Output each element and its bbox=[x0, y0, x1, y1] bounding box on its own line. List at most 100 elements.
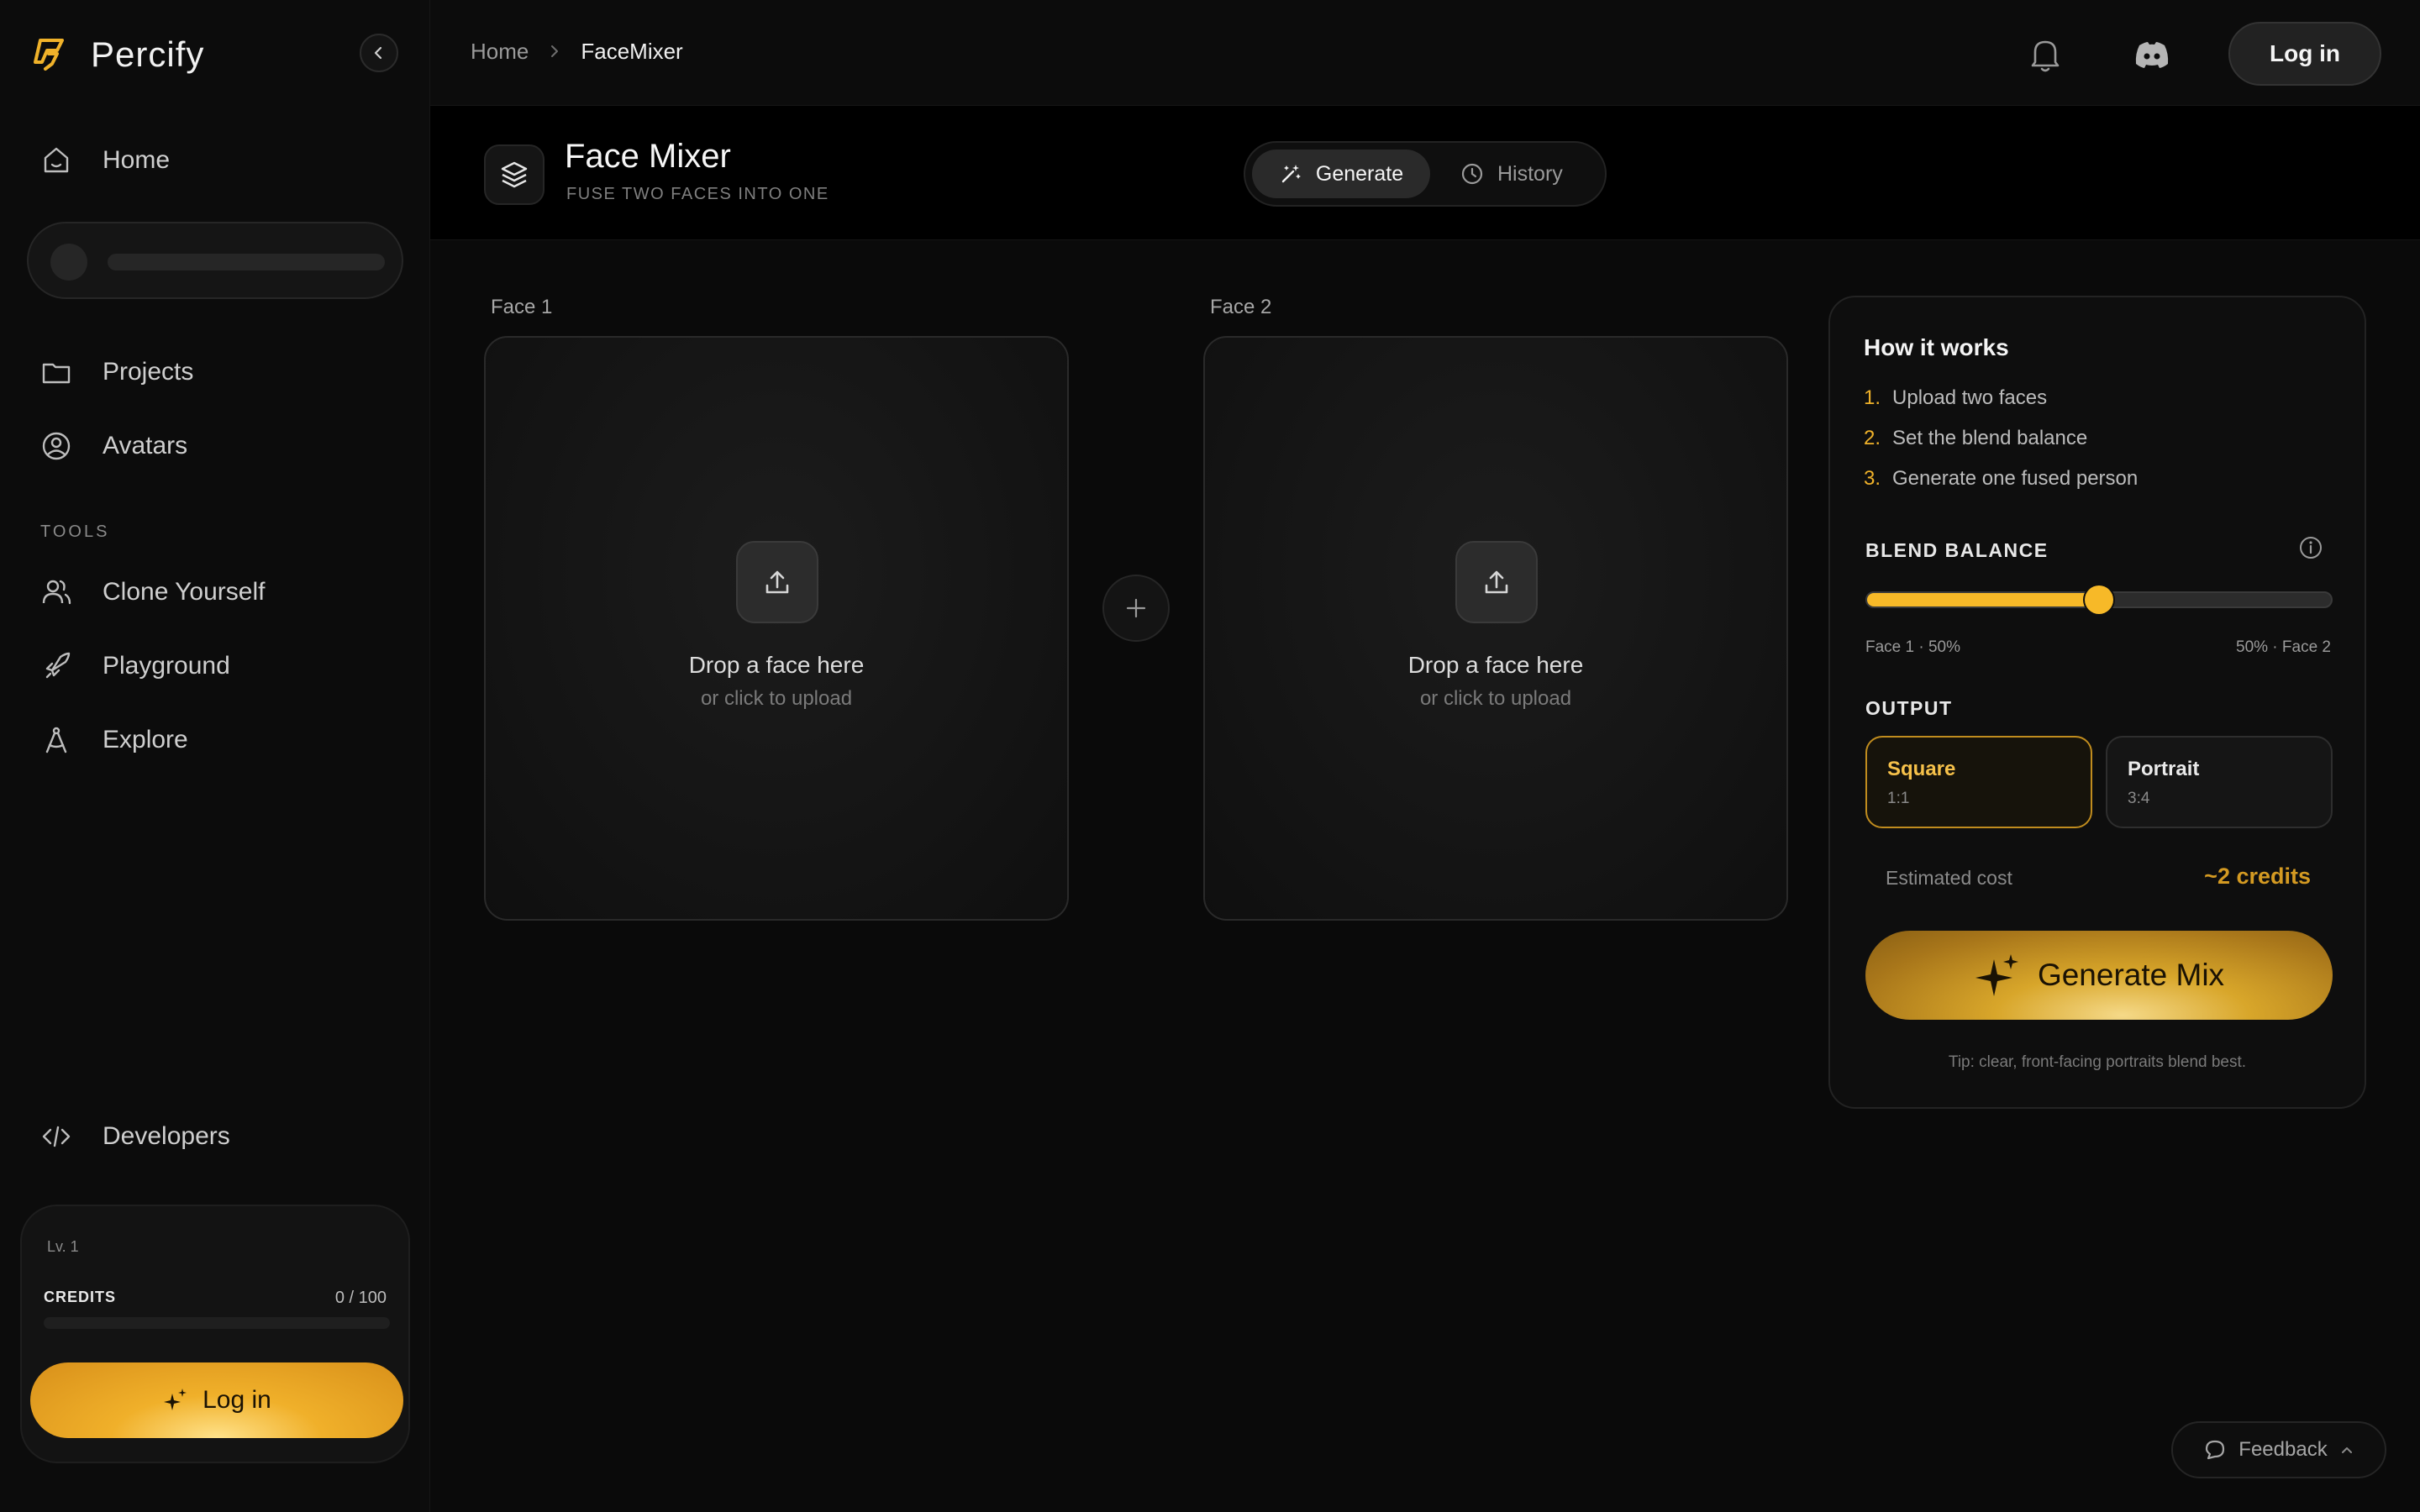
output-option-square[interactable]: Square 1:1 bbox=[1865, 736, 2092, 828]
chevron-left-icon bbox=[374, 46, 382, 60]
tools-section-label: TOOLS bbox=[40, 522, 110, 541]
discord-icon[interactable] bbox=[2131, 34, 2173, 76]
code-icon bbox=[42, 1126, 71, 1147]
step-item: 3. Generate one fused person bbox=[1864, 467, 2139, 490]
sidebar-item-label: Explore bbox=[103, 726, 188, 753]
output-ratio: 1:1 bbox=[1887, 790, 1910, 807]
tab-label: History bbox=[1497, 161, 1563, 186]
sidebar-item-playground[interactable]: Playground bbox=[40, 650, 230, 682]
folder-icon bbox=[42, 363, 71, 384]
credits-card: Lv. 1 CREDITS 0 / 100 Log in bbox=[20, 1205, 410, 1463]
estimated-cost-value: ~2 credits bbox=[2204, 864, 2311, 889]
level-badge: Lv. 1 bbox=[47, 1238, 79, 1255]
slider-fill bbox=[1867, 593, 2099, 606]
home-icon bbox=[44, 147, 69, 173]
slider-thumb[interactable] bbox=[2085, 585, 2113, 614]
compass-icon bbox=[45, 727, 67, 753]
sidebar-item-label: Playground bbox=[103, 652, 230, 680]
page-subtitle: FUSE TWO FACES INTO ONE bbox=[566, 185, 829, 203]
upload-icon bbox=[765, 570, 789, 594]
upload-button[interactable] bbox=[1455, 541, 1538, 623]
sidebar-item-home[interactable]: Home bbox=[40, 144, 170, 176]
sparkles-icon bbox=[1975, 954, 2018, 996]
face-1-label: Face 1 bbox=[491, 296, 553, 318]
mode-tabs: Generate History bbox=[1244, 141, 1607, 207]
page-title: Face Mixer bbox=[565, 138, 731, 175]
dropzone-title: Drop a face here bbox=[688, 652, 865, 678]
rocket-icon bbox=[45, 652, 71, 679]
magic-wand-icon bbox=[1281, 165, 1301, 183]
blend-left-value: Face 1 · 50% bbox=[1865, 638, 1960, 656]
estimated-cost-label: Estimated cost bbox=[1886, 867, 2012, 889]
skeleton-avatar bbox=[50, 244, 87, 281]
feedback-button[interactable]: Feedback bbox=[2171, 1421, 2386, 1478]
plus-icon bbox=[1102, 575, 1170, 642]
breadcrumb-current: FaceMixer bbox=[581, 39, 683, 64]
login-label: Log in bbox=[203, 1386, 271, 1414]
sidebar-item-avatars[interactable]: Avatars bbox=[40, 430, 187, 462]
feedback-label: Feedback bbox=[2238, 1438, 2328, 1461]
generate-mix-button[interactable]: Generate Mix bbox=[1865, 931, 2333, 1020]
collapse-sidebar-button[interactable] bbox=[360, 34, 398, 72]
generate-label: Generate Mix bbox=[2037, 958, 2225, 992]
tab-history[interactable]: History bbox=[1460, 150, 1563, 198]
blend-balance-label: BLEND BALANCE bbox=[1865, 539, 2049, 561]
panel-title: How it works bbox=[1864, 334, 2009, 360]
sidebar-item-explore[interactable]: Explore bbox=[40, 724, 188, 756]
brand-name: Percify bbox=[91, 34, 205, 74]
sidebar-item-projects[interactable]: Projects bbox=[40, 356, 193, 388]
login-button[interactable]: Log in bbox=[2228, 22, 2381, 86]
credits-label: CREDITS bbox=[44, 1289, 117, 1305]
dropzone-subtitle: or click to upload bbox=[1419, 687, 1572, 710]
upload-icon bbox=[1485, 570, 1508, 594]
top-bar: Home FaceMixer Log in bbox=[430, 0, 2420, 106]
sidebar-item-label: Avatars bbox=[103, 432, 188, 459]
breadcrumb: Home FaceMixer bbox=[471, 39, 683, 65]
info-icon[interactable] bbox=[2297, 534, 2324, 561]
face-2-label: Face 2 bbox=[1210, 296, 1272, 318]
sidebar-item-label: Home bbox=[103, 146, 171, 174]
page-header: Face Mixer FUSE TWO FACES INTO ONE Gener… bbox=[430, 106, 2420, 240]
output-name: Portrait bbox=[2128, 758, 2200, 780]
upload-button[interactable] bbox=[736, 541, 818, 623]
step-item: 1. Upload two faces bbox=[1864, 386, 2048, 409]
brand[interactable]: Percify bbox=[30, 34, 204, 76]
sidebar-item-label: Developers bbox=[103, 1122, 230, 1150]
user-circle-icon bbox=[42, 432, 71, 460]
output-option-portrait[interactable]: Portrait 3:4 bbox=[2106, 736, 2333, 828]
face-2-dropzone[interactable]: Drop a face here or click to upload bbox=[1203, 336, 1788, 921]
how-it-works-panel: How it works 1. Upload two faces 2. Set th… bbox=[1828, 296, 2366, 1109]
layers-icon bbox=[484, 144, 544, 205]
blend-right-value: 50% · Face 2 bbox=[2236, 638, 2331, 656]
dropzone-title: Drop a face here bbox=[1407, 652, 1584, 678]
output-name: Square bbox=[1887, 758, 1956, 780]
breadcrumb-home[interactable]: Home bbox=[471, 39, 529, 65]
skeleton-bar bbox=[108, 254, 385, 270]
bell-icon[interactable] bbox=[2023, 32, 2067, 76]
sidebar-item-label: Projects bbox=[103, 358, 194, 386]
blend-balance-slider[interactable] bbox=[1865, 585, 2333, 614]
credits-progress-bar bbox=[44, 1317, 390, 1329]
output-ratio: 3:4 bbox=[2128, 790, 2150, 807]
chevron-right-icon bbox=[547, 39, 562, 65]
credits-value: 0 / 100 bbox=[334, 1289, 387, 1307]
clock-icon bbox=[1461, 163, 1483, 185]
sparkles-icon bbox=[164, 1389, 187, 1410]
tip-text: Tip: clear, front-facing portraits blend… bbox=[1948, 1053, 2247, 1071]
sidebar-item-clone-yourself[interactable]: Clone Yourself bbox=[40, 576, 265, 608]
tab-generate[interactable]: Generate bbox=[1252, 150, 1430, 198]
dropzone-subtitle: or click to upload bbox=[700, 687, 853, 710]
sidebar: Percify Home Projects Avatars TOOLS Clon… bbox=[0, 0, 430, 1512]
face-1-dropzone[interactable]: Drop a face here or click to upload bbox=[484, 336, 1069, 921]
sidebar-login-button[interactable]: Log in bbox=[30, 1362, 403, 1438]
sidebar-item-developers[interactable]: Developers bbox=[40, 1121, 230, 1152]
chevron-up-icon bbox=[2341, 1447, 2352, 1453]
step-item: 2. Set the blend balance bbox=[1864, 427, 2088, 449]
output-label: OUTPUT bbox=[1865, 697, 1953, 719]
tab-label: Generate bbox=[1315, 161, 1404, 186]
loading-skeleton bbox=[27, 222, 403, 299]
percify-logo-icon bbox=[34, 39, 64, 71]
sidebar-item-label: Clone Yourself bbox=[103, 578, 266, 606]
chat-bubble-icon bbox=[2206, 1440, 2225, 1460]
users-icon bbox=[42, 580, 71, 605]
